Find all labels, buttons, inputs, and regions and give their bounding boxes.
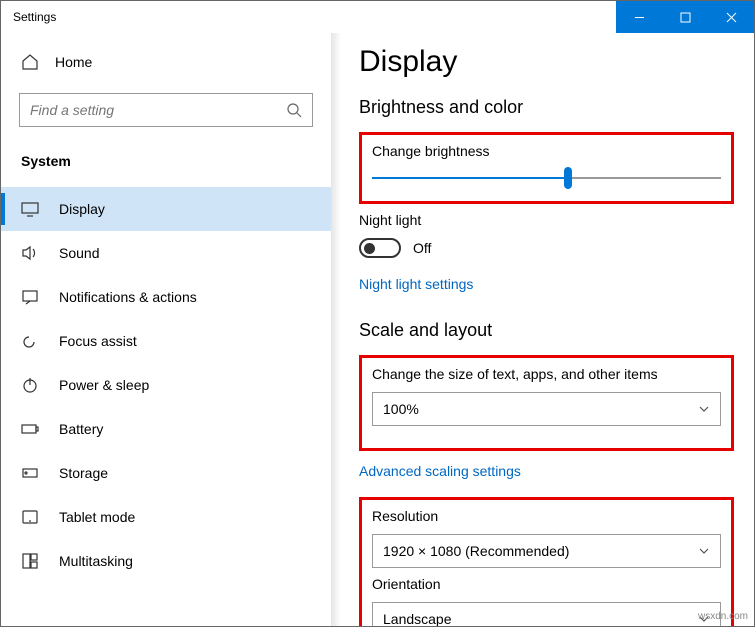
night-light-toggle[interactable] xyxy=(359,238,401,258)
scale-value: 100% xyxy=(383,401,419,417)
nav-label: Multitasking xyxy=(59,553,133,569)
content-area: Display Brightness and color Change brig… xyxy=(331,33,754,626)
power-icon xyxy=(21,376,39,394)
sidebar-item-tablet-mode[interactable]: Tablet mode xyxy=(1,495,331,539)
search-input[interactable] xyxy=(19,93,313,127)
brightness-highlight: Change brightness xyxy=(359,132,734,204)
nav-label: Storage xyxy=(59,465,108,481)
sidebar-item-battery[interactable]: Battery xyxy=(1,407,331,451)
titlebar: Settings xyxy=(1,1,754,33)
scale-label: Change the size of text, apps, and other… xyxy=(372,366,721,382)
minimize-button[interactable] xyxy=(616,1,662,33)
orientation-label: Orientation xyxy=(372,576,721,592)
nav-label: Tablet mode xyxy=(59,509,135,525)
battery-icon xyxy=(21,420,39,438)
brightness-label: Change brightness xyxy=(372,143,721,159)
resolution-dropdown[interactable]: 1920 × 1080 (Recommended) xyxy=(372,534,721,568)
orientation-dropdown[interactable]: Landscape xyxy=(372,602,721,626)
sidebar-item-power-sleep[interactable]: Power & sleep xyxy=(1,363,331,407)
window-controls xyxy=(616,1,754,33)
section-brightness-color: Brightness and color xyxy=(359,97,734,118)
sidebar: Home System Display Sound Notifications … xyxy=(1,33,331,626)
watermark: wsxdn.com xyxy=(698,611,748,622)
close-button[interactable] xyxy=(708,1,754,33)
nav-label: Power & sleep xyxy=(59,377,149,393)
nav-label: Display xyxy=(59,201,105,217)
resolution-label: Resolution xyxy=(372,508,721,524)
nav-label: Notifications & actions xyxy=(59,289,197,305)
nav-label: Sound xyxy=(59,245,99,261)
sidebar-item-display[interactable]: Display xyxy=(1,187,331,231)
nav-label: Battery xyxy=(59,421,103,437)
advanced-scaling-link[interactable]: Advanced scaling settings xyxy=(359,463,521,479)
tablet-icon xyxy=(21,508,39,526)
scale-dropdown[interactable]: 100% xyxy=(372,392,721,426)
night-light-label: Night light xyxy=(359,212,734,228)
notifications-icon xyxy=(21,288,39,306)
nav-label: Focus assist xyxy=(59,333,137,349)
home-icon xyxy=(21,53,39,71)
sidebar-item-notifications[interactable]: Notifications & actions xyxy=(1,275,331,319)
sound-icon xyxy=(21,244,39,262)
storage-icon xyxy=(21,464,39,482)
night-light-settings-link[interactable]: Night light settings xyxy=(359,276,473,292)
section-scale-layout: Scale and layout xyxy=(359,320,734,341)
chevron-down-icon xyxy=(698,545,710,557)
sidebar-item-focus-assist[interactable]: Focus assist xyxy=(1,319,331,363)
sidebar-item-sound[interactable]: Sound xyxy=(1,231,331,275)
toggle-knob-icon xyxy=(364,243,375,254)
scale-highlight: Change the size of text, apps, and other… xyxy=(359,355,734,451)
resolution-orientation-highlight: Resolution 1920 × 1080 (Recommended) Ori… xyxy=(359,497,734,626)
window-title: Settings xyxy=(1,10,56,24)
search-icon xyxy=(286,102,302,118)
chevron-down-icon xyxy=(698,403,710,415)
home-label: Home xyxy=(55,54,92,70)
multitasking-icon xyxy=(21,552,39,570)
night-light-state: Off xyxy=(413,240,431,256)
focus-assist-icon xyxy=(21,332,39,350)
display-icon xyxy=(21,200,39,218)
sidebar-item-multitasking[interactable]: Multitasking xyxy=(1,539,331,583)
sidebar-item-storage[interactable]: Storage xyxy=(1,451,331,495)
page-title: Display xyxy=(359,45,734,79)
resolution-value: 1920 × 1080 (Recommended) xyxy=(383,543,569,559)
category-label: System xyxy=(1,143,331,187)
home-nav[interactable]: Home xyxy=(1,43,331,81)
maximize-button[interactable] xyxy=(662,1,708,33)
search-field[interactable] xyxy=(30,102,286,118)
orientation-value: Landscape xyxy=(383,611,452,626)
slider-thumb-icon[interactable] xyxy=(564,167,572,189)
brightness-slider[interactable] xyxy=(372,169,721,187)
